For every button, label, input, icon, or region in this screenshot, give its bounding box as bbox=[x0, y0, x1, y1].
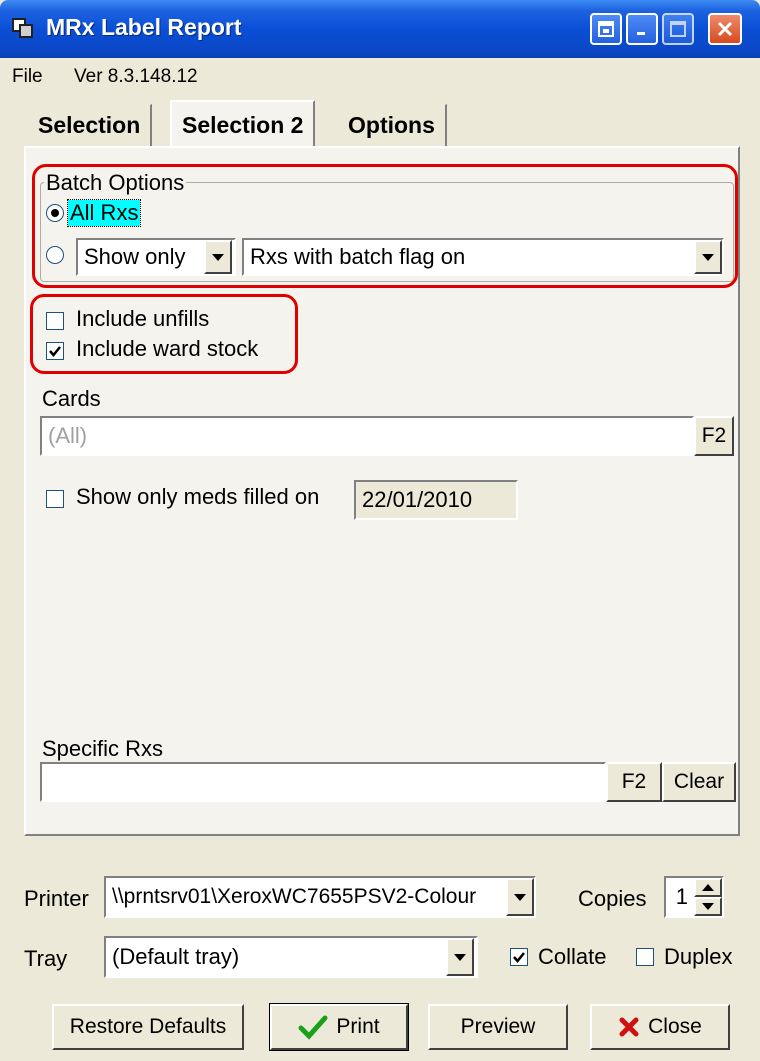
restore-defaults-button[interactable]: Restore Defaults bbox=[52, 1004, 244, 1050]
collate-label: Collate bbox=[538, 944, 607, 969]
specific-rxs-f2-button[interactable]: F2 bbox=[606, 762, 662, 802]
filled-on-label: Show only meds filled on bbox=[76, 484, 320, 509]
printer-dropdown[interactable] bbox=[506, 878, 534, 916]
version-label: Ver 8.3.148.12 bbox=[74, 66, 198, 87]
chevron-down-icon bbox=[514, 893, 526, 901]
annotation-highlight-batch bbox=[32, 164, 738, 288]
print-button[interactable]: Print bbox=[269, 1003, 409, 1051]
tray-label: Tray bbox=[24, 946, 68, 971]
close-icon[interactable] bbox=[708, 13, 742, 45]
specific-rxs-input[interactable] bbox=[40, 762, 606, 802]
chevron-down-icon bbox=[454, 953, 466, 961]
preview-button[interactable]: Preview bbox=[428, 1004, 568, 1050]
duplex-label: Duplex bbox=[664, 944, 733, 969]
checkmark-icon bbox=[298, 1015, 328, 1040]
window-title: MRx Label Report bbox=[46, 14, 242, 40]
checkmark-icon bbox=[513, 952, 525, 963]
copies-label: Copies bbox=[578, 886, 647, 911]
filled-on-date-field[interactable]: 22/01/2010 bbox=[354, 480, 518, 520]
cards-label: Cards bbox=[42, 386, 101, 411]
restore-icon[interactable] bbox=[590, 13, 622, 45]
printer-label: Printer bbox=[24, 886, 89, 911]
menu-bar: File Ver 8.3.148.12 bbox=[0, 58, 760, 94]
tray-dropdown[interactable] bbox=[446, 938, 474, 976]
tray-select[interactable]: (Default tray) bbox=[104, 936, 478, 978]
collate-checkbox[interactable] bbox=[510, 948, 528, 966]
tab-options[interactable]: Options bbox=[338, 104, 447, 146]
app-window-icon bbox=[12, 18, 34, 40]
cards-f2-button[interactable]: F2 bbox=[694, 416, 734, 456]
copies-decrement[interactable] bbox=[694, 897, 722, 916]
annotation-highlight-include bbox=[30, 294, 298, 374]
copies-increment[interactable] bbox=[694, 878, 722, 897]
arrow-down-icon bbox=[702, 903, 714, 910]
cards-field[interactable]: (All) bbox=[40, 416, 694, 456]
printer-select[interactable]: \\prntsrv01\XeroxWC7655PSV2-Colour bbox=[104, 876, 536, 918]
maximize-icon[interactable] bbox=[662, 13, 694, 45]
close-button[interactable]: Close bbox=[590, 1004, 730, 1050]
duplex-checkbox[interactable] bbox=[636, 948, 654, 966]
specific-rxs-clear-button[interactable]: Clear bbox=[662, 762, 736, 802]
minimize-icon[interactable] bbox=[626, 13, 658, 45]
menu-file[interactable]: File bbox=[12, 66, 43, 88]
specific-rxs-label: Specific Rxs bbox=[42, 736, 164, 761]
arrow-up-icon bbox=[702, 884, 714, 891]
tab-selection-2[interactable]: Selection 2 bbox=[170, 100, 316, 148]
tab-selection[interactable]: Selection bbox=[28, 104, 153, 146]
filled-on-checkbox[interactable] bbox=[46, 490, 64, 508]
x-icon bbox=[619, 1017, 639, 1037]
